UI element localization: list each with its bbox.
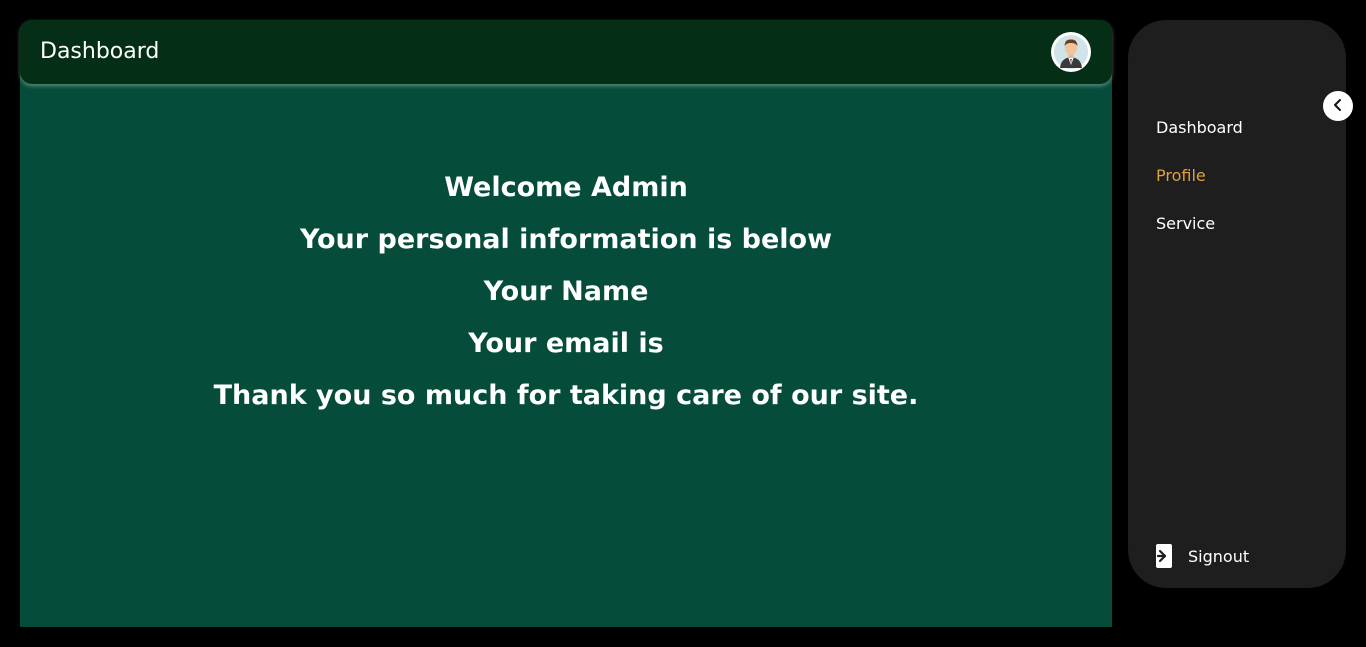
sidebar-collapse-button[interactable] bbox=[1323, 91, 1353, 121]
user-avatar-icon[interactable] bbox=[1051, 32, 1091, 72]
signout-label: Signout bbox=[1188, 546, 1250, 566]
info-subheading: Your personal information is below bbox=[299, 224, 833, 255]
signout-icon bbox=[1154, 542, 1174, 570]
top-bar: Dashboard bbox=[20, 20, 1112, 84]
welcome-heading: Welcome Admin bbox=[444, 172, 688, 203]
sidebar: Dashboard Profile Service Signout bbox=[1128, 20, 1346, 588]
welcome-message: Welcome Admin Your personal information … bbox=[20, 162, 1112, 422]
sidebar-item-service[interactable]: Service bbox=[1156, 214, 1215, 234]
main-content: Dashboard Welcome Admin Your personal in… bbox=[20, 20, 1112, 627]
page-title: Dashboard bbox=[40, 39, 160, 64]
signout-button[interactable]: Signout bbox=[1154, 542, 1249, 570]
thank-you-text: Thank you so much for taking care of our… bbox=[213, 380, 919, 411]
user-email-text: Your email is bbox=[468, 328, 664, 359]
chevron-left-icon bbox=[1331, 97, 1345, 116]
sidebar-item-profile[interactable]: Profile bbox=[1156, 166, 1206, 186]
sidebar-item-dashboard[interactable]: Dashboard bbox=[1156, 118, 1243, 138]
user-name-text: Your Name bbox=[483, 276, 649, 307]
